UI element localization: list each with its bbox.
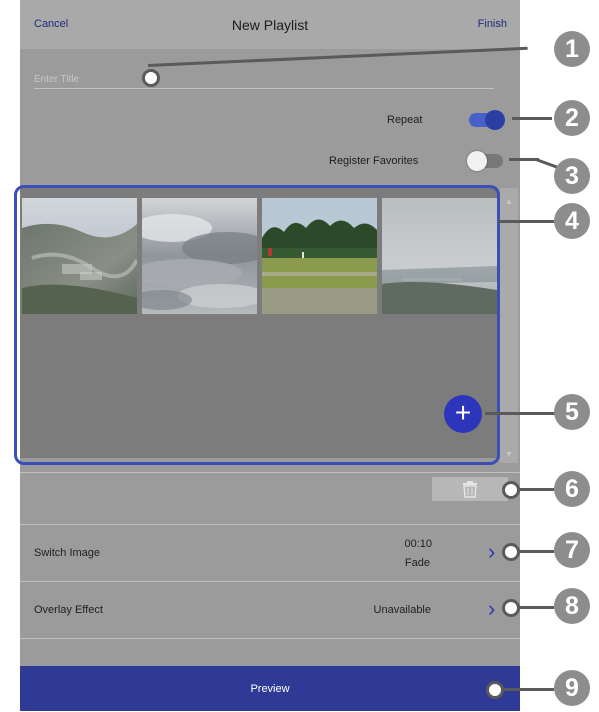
callout-badge-8: 8 (554, 588, 590, 624)
callout-badge-7: 7 (554, 532, 590, 568)
landscape-town-image (22, 198, 137, 314)
callout-badge-6: 6 (554, 471, 590, 507)
callout-line-2 (512, 117, 552, 120)
trash-icon (463, 481, 477, 498)
register-favorites-label: Register Favorites (329, 155, 419, 167)
register-favorites-toggle[interactable] (467, 151, 503, 171)
title-input[interactable] (34, 70, 494, 89)
divider (20, 524, 520, 525)
finish-button[interactable]: Finish (478, 18, 507, 30)
toggle-knob (467, 151, 487, 171)
overlay-effect-label: Overlay Effect (34, 604, 103, 616)
switch-image-row[interactable]: Switch Image 00:10 Fade › (20, 526, 520, 580)
header-bar: Cancel New Playlist Finish (20, 0, 520, 49)
field-trees-image (262, 198, 377, 314)
callout-line-5 (485, 412, 555, 415)
media-scrollbar[interactable]: ▲ ▼ (500, 188, 518, 463)
callout-line-4 (498, 220, 554, 223)
overlay-effect-value: Unavailable (373, 604, 431, 616)
callout-dot-8 (502, 599, 520, 617)
callout-badge-3: 3 (554, 158, 590, 194)
delete-button[interactable] (432, 477, 508, 501)
misty-coast-image (382, 198, 497, 314)
callout-dot-6 (502, 481, 520, 499)
callout-badge-2: 2 (554, 100, 590, 136)
repeat-label: Repeat (387, 114, 423, 126)
switch-image-label: Switch Image (34, 547, 101, 559)
thumbnail-image-2[interactable] (142, 198, 257, 314)
add-media-button[interactable]: + (444, 395, 482, 433)
thumbnail-image-1[interactable] (22, 198, 137, 314)
cloudy-sky-image (142, 198, 257, 314)
divider (20, 472, 520, 473)
callout-badge-4: 4 (554, 203, 590, 239)
page-title: New Playlist (231, 17, 309, 33)
scroll-up-icon[interactable]: ▲ (500, 196, 518, 206)
callout-dot-9 (486, 681, 504, 699)
preview-button[interactable]: Preview (20, 666, 520, 711)
callout-dot-7 (502, 543, 520, 561)
thumbnail-image-3[interactable] (262, 198, 377, 314)
plus-icon: + (454, 397, 472, 428)
playlist-screen: Cancel New Playlist Finish Repeat Regist… (20, 0, 520, 711)
scroll-down-icon[interactable]: ▼ (500, 449, 518, 459)
thumbnail-image-4[interactable] (382, 198, 497, 314)
divider (20, 581, 520, 582)
callout-badge-9: 9 (554, 670, 590, 706)
chevron-right-icon: › (488, 596, 496, 621)
callout-badge-5: 5 (554, 394, 590, 430)
switch-image-duration: 00:10 (404, 538, 432, 550)
repeat-toggle[interactable] (469, 110, 505, 130)
overlay-effect-row[interactable]: Overlay Effect Unavailable › (20, 583, 520, 637)
callout-badge-1: 1 (554, 31, 590, 67)
chevron-right-icon: › (488, 539, 496, 564)
callout-dot-1 (142, 69, 160, 87)
divider (20, 638, 520, 639)
toggle-knob (485, 110, 505, 130)
switch-image-transition: Fade (404, 557, 430, 569)
